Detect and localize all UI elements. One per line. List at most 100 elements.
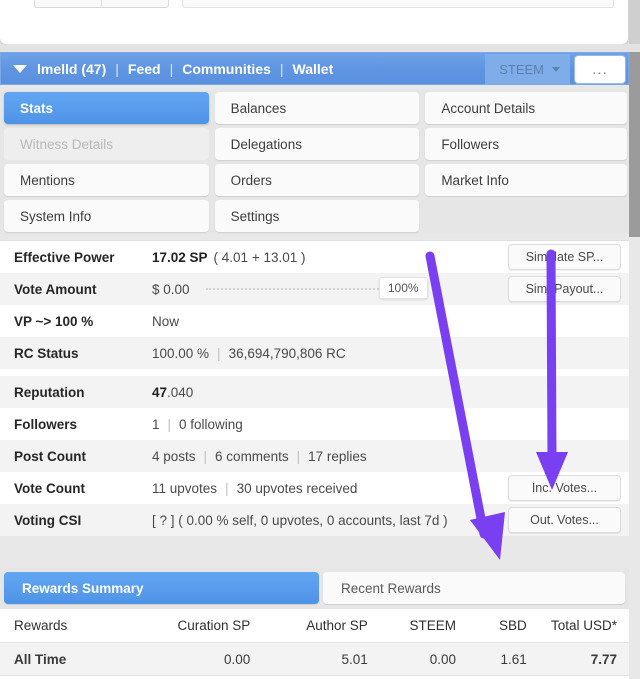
vote-amount-value: $ 0.00 — [152, 281, 190, 297]
row-value: [ ? ] ( 0.00 % self, 0 upvotes, 0 accoun… — [152, 512, 448, 528]
row-value: 1 | 0 following — [152, 417, 243, 432]
tab-followers[interactable]: Followers — [425, 128, 628, 160]
table-footer-edge — [0, 675, 629, 679]
col-header-author-sp: Author SP — [306, 618, 368, 633]
mini-stat-box: 100 % $ 0.00 — [34, 0, 169, 8]
following-count: 0 following — [179, 416, 243, 432]
tab-market-info[interactable]: Market Info — [425, 164, 628, 196]
row-label: VP ~> 100 % — [14, 313, 94, 329]
value-separator: | — [217, 345, 221, 361]
stats-row-vp-100: VP ~> 100 % Now — [0, 305, 629, 337]
page-gap — [0, 44, 640, 52]
nav-links: lmelld (47) | Feed | Communities | Walle… — [37, 61, 333, 77]
tab-recent-rewards[interactable]: Recent Rewards — [323, 572, 625, 604]
app-root: 100 % $ 0.00 #help lmelld (47) | Feed | … — [0, 0, 640, 679]
comments-count: 6 comments — [215, 448, 289, 464]
cell-sbd: 1.61 — [500, 651, 527, 667]
tab-settings[interactable]: Settings — [214, 200, 420, 232]
stats-row-effective-power: Effective Power 17.02 SP ( 4.01 + 13.01 … — [0, 241, 629, 273]
row-label: Reputation — [14, 384, 85, 400]
row-value: 11 upvotes | 30 upvotes received — [152, 481, 357, 496]
stats-row-post-count: Post Count 4 posts | 6 comments | 17 rep… — [0, 440, 629, 472]
col-header-curation-sp: Curation SP — [177, 618, 251, 633]
slider-track — [205, 288, 406, 290]
tab-orders[interactable]: Orders — [214, 164, 420, 196]
value-separator: | — [167, 416, 172, 432]
reputation-decimals: .040 — [167, 384, 194, 400]
help-field[interactable]: #help — [182, 0, 614, 8]
tab-placeholder — [425, 200, 628, 232]
col-header-total-usd: Total USD* — [550, 618, 617, 633]
incoming-votes-button[interactable]: Inc. Votes... — [508, 475, 621, 501]
row-value: 100.00 % | 36,694,790,806 RC — [152, 346, 346, 361]
row-value: 4 posts | 6 comments | 17 replies — [152, 449, 367, 464]
slider-value-label[interactable]: 100% — [378, 277, 428, 299]
effective-power-detail: ( 4.01 + 13.01 ) — [213, 249, 306, 265]
row-label: Vote Amount — [14, 281, 97, 297]
col-header-steem: STEEM — [409, 618, 457, 633]
tab-row-1: Stats Balances Account Details — [0, 92, 629, 128]
tab-delegations[interactable]: Delegations — [214, 128, 420, 160]
posts-count: 4 posts — [152, 448, 196, 464]
sim-payout-button[interactable]: Sim. Payout... — [508, 276, 621, 302]
rewards-tabs: Rewards Summary Recent Rewards — [0, 568, 629, 608]
nav-item-communities[interactable]: Communities — [182, 61, 271, 77]
cell-curation-sp: 0.00 — [224, 651, 251, 667]
nav-username[interactable]: lmelld (47) — [37, 61, 106, 77]
currency-selector[interactable]: STEEM — [485, 54, 570, 85]
nav-item-wallet[interactable]: Wallet — [293, 61, 334, 77]
mini-percent-value: 100 % — [35, 0, 101, 7]
more-options-button[interactable]: ... — [574, 55, 626, 84]
stats-row-rc-status: RC Status 100.00 % | 36,694,790,806 RC — [0, 337, 629, 369]
rewards-table-header: Rewards Curation SP Author SP STEEM SBD … — [0, 609, 629, 642]
main-navbar: lmelld (47) | Feed | Communities | Walle… — [0, 52, 629, 85]
outgoing-votes-button[interactable]: Out. Votes... — [508, 507, 621, 533]
row-label: Followers — [14, 416, 78, 432]
scrollbar-thumb[interactable] — [629, 52, 640, 237]
stats-row-vote-amount: Vote Amount $ 0.00 100% Sim. Payout... — [0, 273, 629, 305]
stats-row-followers: Followers 1 | 0 following — [0, 408, 629, 440]
tab-mentions[interactable]: Mentions — [4, 164, 209, 196]
row-value: Now — [152, 313, 180, 329]
chevron-down-icon — [552, 67, 560, 72]
row-label: Post Count — [14, 448, 86, 464]
row-label: Voting CSI — [14, 512, 82, 528]
value-separator: | — [203, 448, 208, 464]
cell-steem: 0.00 — [429, 651, 457, 667]
navbar-right-controls: STEEM ... — [485, 54, 626, 85]
stats-row-voting-csi: Voting CSI [ ? ] ( 0.00 % self, 0 upvote… — [0, 504, 629, 536]
tab-rewards-summary[interactable]: Rewards Summary — [4, 572, 319, 604]
nav-item-feed[interactable]: Feed — [128, 61, 161, 77]
rewards-section: Rewards Summary Recent Rewards Rewards C… — [0, 568, 629, 679]
top-partial-card: 100 % $ 0.00 #help — [0, 0, 628, 44]
scrollbar-track-top[interactable] — [629, 0, 640, 44]
row-label: Effective Power — [14, 249, 115, 265]
cell-period: All Time — [14, 651, 67, 667]
row-label: RC Status — [14, 345, 79, 361]
tab-row-4: System Info Settings — [0, 200, 629, 236]
nav-separator-1: | — [115, 60, 119, 77]
tab-witness-details: Witness Details — [4, 128, 209, 160]
tab-balances[interactable]: Balances — [214, 92, 420, 124]
nav-separator-3: | — [279, 60, 284, 77]
row-value: 47 .040 — [152, 385, 193, 400]
vote-weight-slider[interactable]: 100% — [205, 277, 428, 299]
nav-separator-2: | — [169, 60, 174, 77]
cell-total-usd: 7.77 — [590, 651, 617, 667]
row-value: $ 0.00 100% — [152, 277, 428, 299]
rc-amount: 36,694,790,806 RC — [228, 345, 346, 361]
chevron-down-icon[interactable] — [13, 64, 27, 73]
tab-row-3: Mentions Orders Market Info — [0, 164, 629, 200]
tab-stats[interactable]: Stats — [4, 92, 209, 124]
top-mini-stats: 100 % $ 0.00 — [34, 0, 169, 8]
value-separator: | — [296, 448, 301, 464]
row-value: 17.02 SP ( 4.01 + 13.01 ) — [152, 250, 305, 265]
currency-label: STEEM — [499, 62, 544, 77]
tab-account-details[interactable]: Account Details — [425, 92, 628, 124]
simulate-sp-button[interactable]: Simulate SP... — [508, 244, 621, 270]
tab-system-info[interactable]: System Info — [4, 200, 209, 232]
reputation-value: 47 — [152, 384, 168, 400]
stats-row-reputation: Reputation 47 .040 — [0, 376, 629, 408]
value-separator: | — [225, 480, 229, 496]
section-tabs: Stats Balances Account Details Witness D… — [0, 90, 629, 234]
